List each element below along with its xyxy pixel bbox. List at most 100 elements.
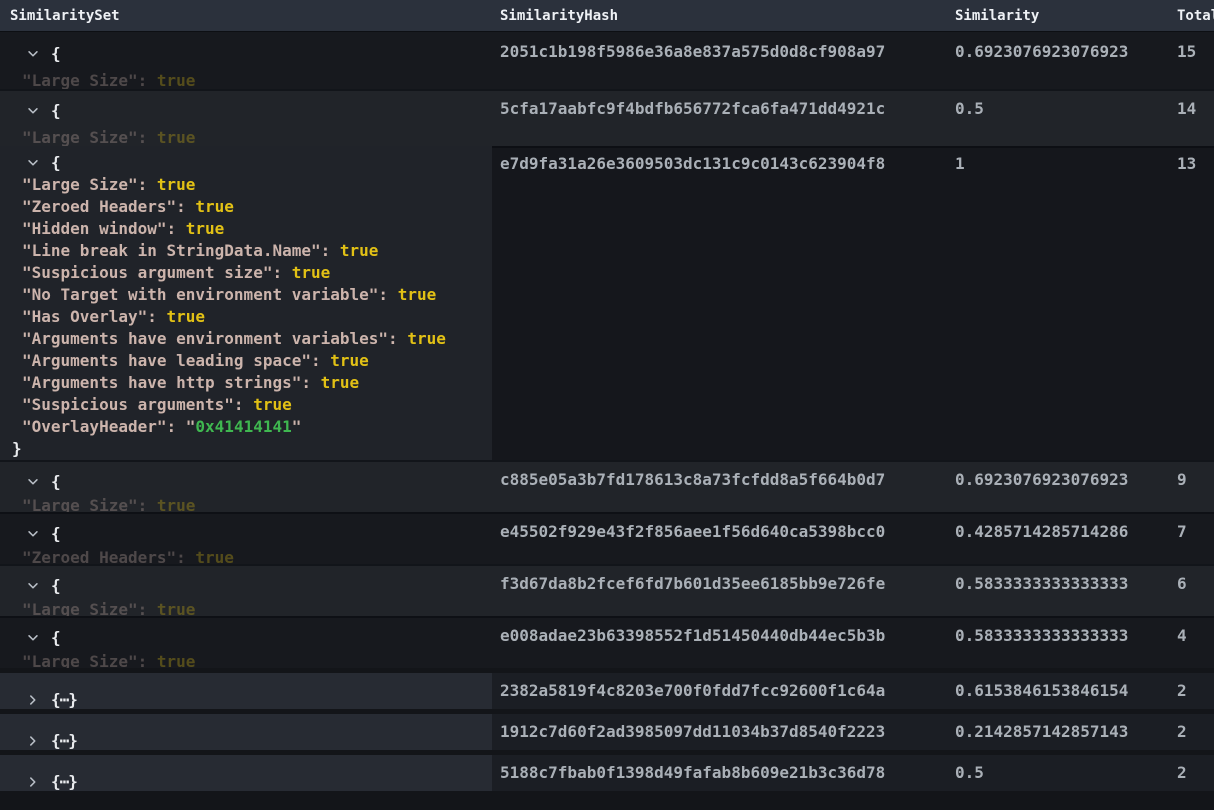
json-boolean-value: true <box>186 219 225 238</box>
json-entry: "Zeroed Headers": true <box>0 196 492 218</box>
json-open-brace: { <box>51 578 61 594</box>
chevron-down-icon[interactable] <box>26 156 40 170</box>
collapsed-json-placeholder: {⋯} <box>51 731 77 750</box>
json-entry-preview-clipped: "Large Size": true <box>22 71 195 89</box>
similarity-hash-cell: e7d9fa31a26e3609503dc131c9c0143c623904f8 <box>492 146 947 460</box>
json-key: "No Target with environment variable": <box>22 285 398 304</box>
table-row[interactable]: {"Zeroed Headers": truee45502f929e43f2f8… <box>0 512 1214 564</box>
similarity-set-cell: {"Large Size": true <box>0 616 492 668</box>
json-boolean-value: true <box>340 241 379 260</box>
json-entry: "Large Size": true <box>0 174 492 196</box>
table-row[interactable]: {"Large Size": truee008adae23b63398552f1… <box>0 616 1214 668</box>
similarity-hash-cell: 2051c1b198f5986e36a8e837a575d0d8cf908a97 <box>492 32 947 89</box>
json-boolean-value: true <box>157 600 196 616</box>
total-value-cell: 4 <box>1169 616 1214 668</box>
json-boolean-value: true <box>407 329 446 348</box>
json-entry: "Hidden window": true <box>0 218 492 240</box>
similarity-set-cell: {⋯} <box>0 714 492 750</box>
collapsed-json-placeholder: {⋯} <box>51 690 77 709</box>
similarity-value-cell: 0.5833333333333333 <box>947 616 1169 668</box>
collapsed-json-toggle[interactable]: {⋯} <box>0 722 492 750</box>
json-entry-preview-clipped: "Large Size": true <box>22 496 195 512</box>
similarity-set-cell: { "Large Size": true <box>0 564 492 616</box>
column-header-similarity[interactable]: Similarity <box>947 0 1169 31</box>
chevron-down-icon[interactable] <box>26 527 40 541</box>
expanded-json-toggle[interactable]: { <box>0 152 492 174</box>
json-entry-preview-clipped: "Zeroed Headers": true <box>22 548 234 564</box>
json-entry-preview-clipped: "Large Size": true <box>22 600 195 616</box>
table-row[interactable]: { "Large Size": true c885e05a3b7fd178613c8… <box>0 460 1214 512</box>
json-key: "Zeroed Headers": <box>22 548 195 564</box>
total-value-cell: 15 <box>1169 32 1214 89</box>
total-value-cell: 7 <box>1169 512 1214 564</box>
expanded-json-toggle[interactable]: { <box>0 32 492 65</box>
json-key: "Large Size": <box>22 652 157 668</box>
json-key: "Large Size": <box>22 128 157 146</box>
column-header-similarityset[interactable]: SimilaritySet <box>0 0 492 31</box>
collapsed-json-toggle[interactable]: {⋯} <box>0 763 492 791</box>
similarity-hash-cell: c885e05a3b7fd178613c8a73fcfdd8a5f664b0d7 <box>492 460 947 512</box>
similarity-set-cell: { "Large Size": true <box>0 460 492 512</box>
json-key: "Arguments have http strings": <box>22 373 321 392</box>
table-row[interactable]: {⋯}1912c7d60f2ad3985097dd11034b37d8540f2… <box>0 714 1214 750</box>
similarity-value-cell: 0.4285714285714286 <box>947 512 1169 564</box>
similarity-value-cell: 1 <box>947 146 1169 460</box>
chevron-right-icon[interactable] <box>26 693 40 707</box>
json-boolean-value: true <box>157 71 196 89</box>
chevron-down-icon[interactable] <box>26 104 40 118</box>
json-entry: "Arguments have http strings": true <box>0 372 492 394</box>
table-row[interactable]: { "Large Size": true f3d67da8b2fcef6fd7b60… <box>0 564 1214 616</box>
json-entry: "Has Overlay": true <box>0 306 492 328</box>
json-key: "Zeroed Headers": <box>22 197 195 216</box>
json-key: "Suspicious arguments": <box>22 395 253 414</box>
expanded-json-toggle[interactable]: { <box>0 564 492 597</box>
json-boolean-value: true <box>157 128 196 146</box>
expanded-json-toggle[interactable]: { <box>0 460 492 493</box>
json-open-brace: { <box>51 155 61 171</box>
similarity-hash-cell: f3d67da8b2fcef6fd7b601d35ee6185bb9e726fe <box>492 564 947 616</box>
json-entry: "No Target with environment variable": t… <box>0 284 492 306</box>
json-open-brace: { <box>51 474 61 490</box>
json-boolean-value: true <box>157 175 196 194</box>
expanded-json-toggle[interactable]: { <box>0 89 492 122</box>
json-key: "Large Size": <box>22 600 157 616</box>
expanded-json-toggle[interactable]: { <box>0 616 492 649</box>
similarity-value-cell: 0.5833333333333333 <box>947 564 1169 616</box>
collapsed-json-toggle[interactable]: {⋯} <box>0 681 492 709</box>
column-header-total[interactable]: Total <box>1169 0 1214 31</box>
table-row[interactable]: {"Large Size": true"Zeroed Headers": tru… <box>0 146 1214 460</box>
table-row[interactable]: {⋯}2382a5819f4c8203e700f0fdd7fcc92600f1c… <box>0 673 1214 709</box>
json-key: "Suspicious argument size": <box>22 263 292 282</box>
chevron-down-icon[interactable] <box>26 631 40 645</box>
similarity-value-cell: 0.6923076923076923 <box>947 32 1169 89</box>
chevron-down-icon[interactable] <box>26 579 40 593</box>
chevron-down-icon[interactable] <box>26 475 40 489</box>
json-boolean-value: true <box>195 197 234 216</box>
column-header-similarityhash[interactable]: SimilarityHash <box>492 0 947 31</box>
chevron-right-icon[interactable] <box>26 734 40 748</box>
json-key: "Large Size": <box>22 71 157 89</box>
chevron-right-icon[interactable] <box>26 775 40 789</box>
json-open-brace: { <box>51 103 61 119</box>
table-row[interactable]: { "Large Size": true 2051c1b198f5986e36a8e… <box>0 32 1214 89</box>
total-value-cell: 13 <box>1169 146 1214 460</box>
similarity-set-cell: {⋯} <box>0 755 492 791</box>
json-string-quote: " <box>292 417 302 436</box>
similarity-table-view: SimilaritySet SimilarityHash Similarity … <box>0 0 1214 810</box>
chevron-down-icon[interactable] <box>26 47 40 61</box>
json-boolean-value: true <box>398 285 437 304</box>
similarity-set-cell: { "Zeroed Headers": true <box>0 512 492 564</box>
table-row[interactable]: {⋯}5188c7fbab0f1398d49fafab8b609e21b3c36… <box>0 755 1214 791</box>
similarity-hash-cell: 5188c7fbab0f1398d49fafab8b609e21b3c36d78 <box>492 755 947 791</box>
json-open-brace: { <box>51 630 61 646</box>
json-open-brace: { <box>51 526 61 542</box>
total-value-cell: 2 <box>1169 673 1214 709</box>
expanded-json-toggle[interactable]: { <box>0 512 492 545</box>
json-key: "Large Size": <box>22 496 157 512</box>
json-entry: "Line break in StringData.Name": true <box>0 240 492 262</box>
table-row[interactable]: {"Large Size": true5cfa17aabfc9f4bdfb656… <box>0 89 1214 146</box>
total-value-cell: 2 <box>1169 714 1214 750</box>
json-key: "Large Size": <box>22 175 157 194</box>
similarity-set-cell: {"Large Size": true"Zeroed Headers": tru… <box>0 146 492 460</box>
similarity-value-cell: 0.6923076923076923 <box>947 460 1169 512</box>
